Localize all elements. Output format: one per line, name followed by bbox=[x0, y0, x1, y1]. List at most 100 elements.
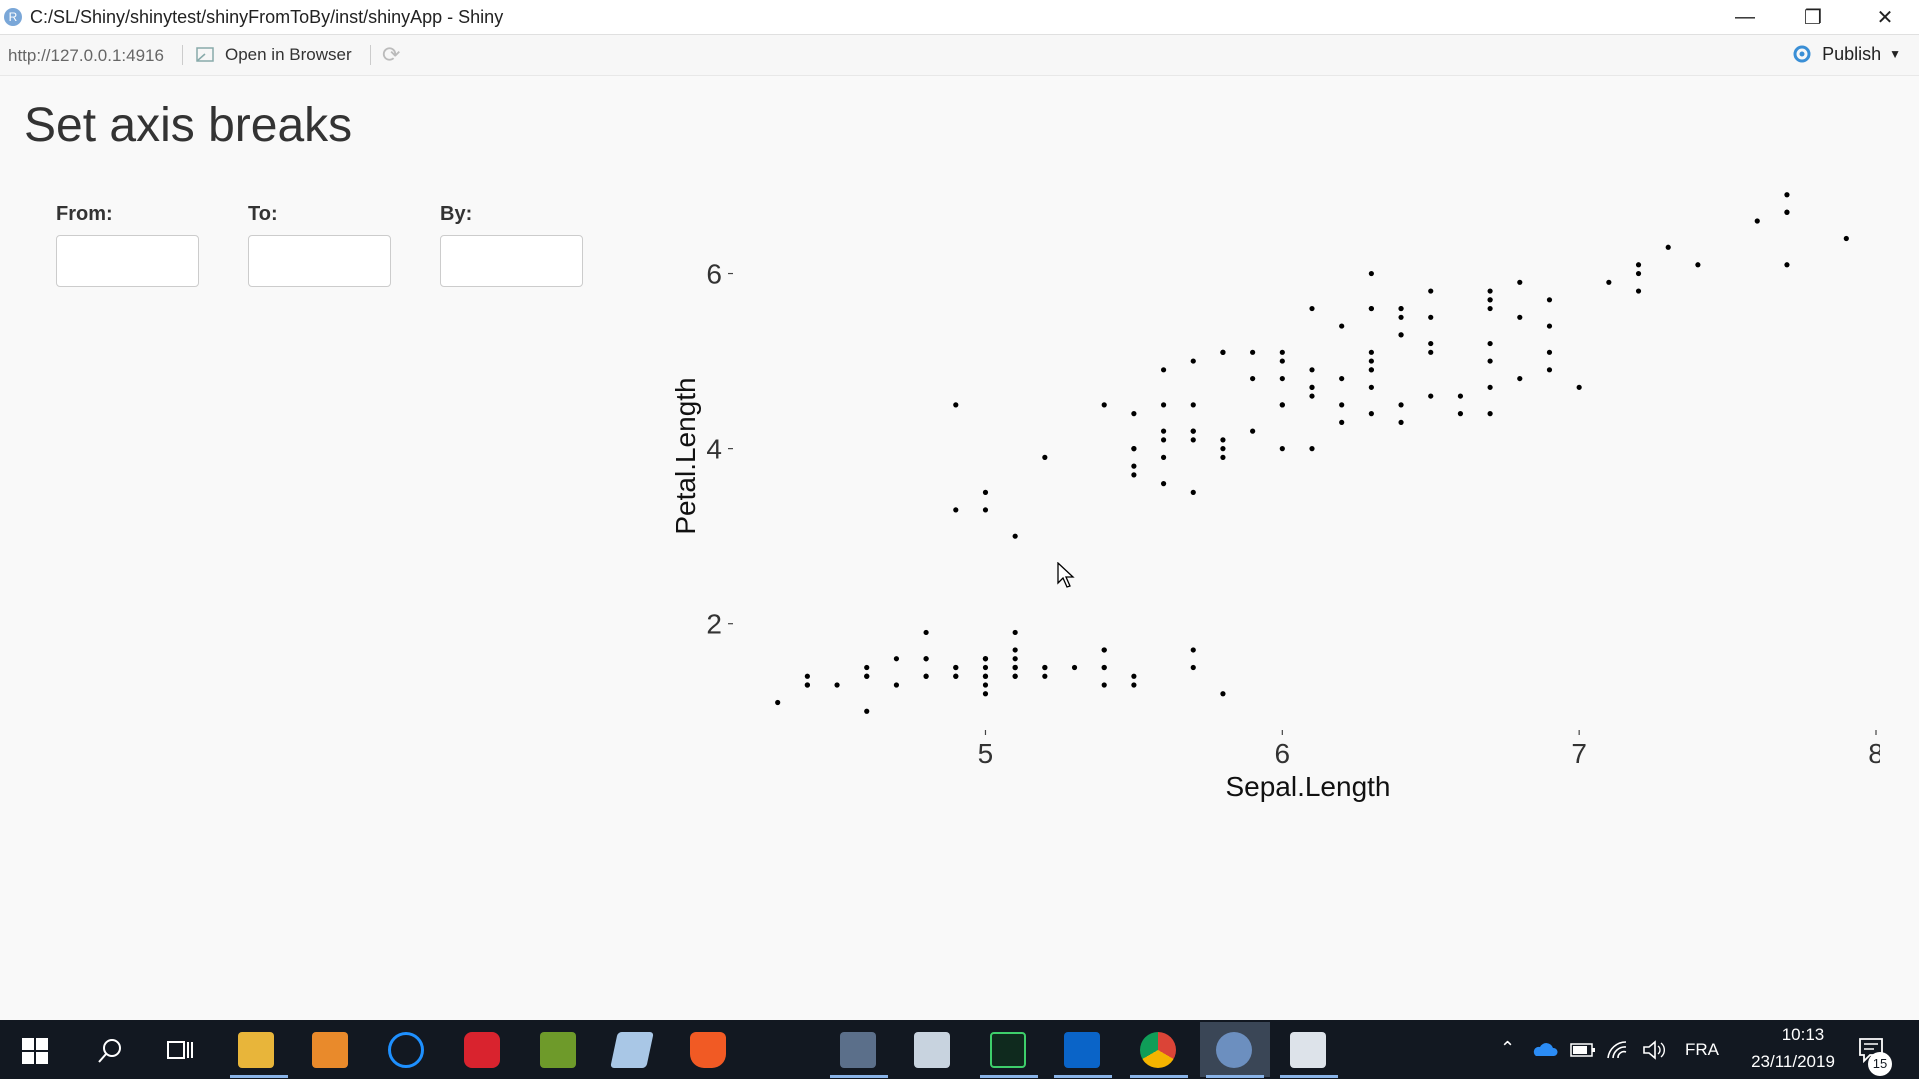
data-point bbox=[982, 691, 989, 697]
chevron-up-icon[interactable]: ⌃ bbox=[1500, 1038, 1515, 1059]
by-input[interactable] bbox=[440, 235, 583, 287]
data-point bbox=[1487, 297, 1493, 303]
data-point bbox=[1665, 244, 1671, 250]
vivaldi-icon[interactable] bbox=[464, 1032, 500, 1068]
search-icon[interactable] bbox=[96, 1037, 124, 1065]
x-tick-label: 7 bbox=[1571, 738, 1587, 769]
y-axis-label: Petal.Length bbox=[670, 377, 701, 534]
data-point bbox=[923, 656, 929, 662]
minimize-button[interactable]: — bbox=[1711, 0, 1779, 34]
data-point bbox=[982, 682, 989, 688]
rstudio-icon[interactable] bbox=[1216, 1032, 1252, 1068]
data-point bbox=[1160, 428, 1167, 434]
battery-icon[interactable] bbox=[1570, 1043, 1596, 1057]
data-point bbox=[1428, 340, 1434, 347]
chevron-down-icon[interactable]: ▼ bbox=[1889, 47, 1901, 61]
data-point bbox=[893, 656, 900, 662]
data-point bbox=[1190, 647, 1196, 653]
window-title: C:/SL/Shiny/shinytest/shinyFromToBy/inst… bbox=[30, 7, 504, 27]
from-input[interactable] bbox=[56, 235, 199, 287]
chrome-icon[interactable] bbox=[1140, 1032, 1176, 1068]
active-app-indicator bbox=[1054, 1075, 1112, 1078]
data-point bbox=[953, 664, 959, 671]
clock-date[interactable]: 23/11/2019 bbox=[1738, 1052, 1848, 1072]
data-point bbox=[1042, 673, 1048, 679]
data-point bbox=[1695, 262, 1701, 268]
data-point bbox=[1843, 235, 1849, 242]
publish-button[interactable]: Publish ▼ bbox=[1790, 43, 1901, 65]
task-view-icon[interactable] bbox=[166, 1038, 194, 1064]
internet-explorer-icon[interactable] bbox=[388, 1032, 424, 1068]
data-point bbox=[1220, 446, 1226, 452]
data-point bbox=[864, 708, 870, 714]
x-tick-label: 5 bbox=[978, 738, 994, 769]
onedrive-icon[interactable] bbox=[1532, 1041, 1558, 1057]
snipping-tool-icon[interactable] bbox=[1290, 1032, 1326, 1068]
maximize-button[interactable]: ❐ bbox=[1779, 0, 1847, 34]
data-point bbox=[1220, 454, 1226, 460]
data-point bbox=[1635, 270, 1642, 277]
media-player-icon[interactable] bbox=[312, 1032, 348, 1068]
open-in-browser-button[interactable]: Open in Browser bbox=[195, 43, 352, 67]
data-point bbox=[1071, 664, 1078, 671]
close-button[interactable]: ✕ bbox=[1851, 0, 1919, 34]
wifi-icon[interactable] bbox=[1606, 1040, 1630, 1060]
data-point bbox=[1487, 411, 1493, 417]
data-point bbox=[1279, 402, 1285, 408]
r-app-icon: R bbox=[4, 8, 22, 26]
data-point bbox=[1190, 489, 1196, 495]
data-point bbox=[1190, 664, 1196, 671]
data-point bbox=[1131, 463, 1137, 469]
data-point bbox=[982, 507, 989, 513]
data-point bbox=[1428, 288, 1434, 294]
publish-label: Publish bbox=[1822, 43, 1882, 64]
data-point bbox=[1250, 349, 1256, 355]
data-point bbox=[953, 507, 959, 513]
refresh-icon[interactable]: ⟳ bbox=[382, 42, 400, 68]
lambda-app-icon[interactable] bbox=[540, 1032, 576, 1068]
brave-browser-icon[interactable] bbox=[690, 1032, 726, 1068]
data-point bbox=[1131, 673, 1137, 679]
data-point bbox=[1012, 673, 1018, 679]
data-point bbox=[1309, 305, 1315, 312]
data-point bbox=[1576, 384, 1582, 390]
to-field: To: bbox=[248, 203, 391, 287]
clock-time[interactable]: 10:13 bbox=[1758, 1025, 1848, 1045]
y-tick-label: 2 bbox=[706, 609, 722, 640]
x-tick-label: 8 bbox=[1868, 738, 1880, 769]
sigma-app-icon[interactable] bbox=[990, 1032, 1026, 1068]
data-point bbox=[953, 402, 959, 408]
data-point bbox=[1398, 332, 1404, 338]
data-point bbox=[1428, 349, 1434, 355]
data-point bbox=[1398, 305, 1404, 312]
data-point bbox=[1279, 446, 1285, 452]
input-language[interactable]: FRA bbox=[1685, 1040, 1719, 1060]
data-point bbox=[982, 656, 989, 662]
data-point bbox=[1606, 279, 1612, 285]
data-point bbox=[1457, 393, 1464, 399]
data-point bbox=[1101, 402, 1107, 408]
data-point bbox=[1368, 305, 1374, 312]
data-point bbox=[1160, 402, 1167, 408]
windows-start-icon[interactable] bbox=[22, 1038, 48, 1064]
notes-app-icon[interactable] bbox=[610, 1032, 654, 1068]
data-point bbox=[1339, 419, 1345, 425]
to-input[interactable] bbox=[248, 235, 391, 287]
data-point bbox=[1190, 437, 1196, 443]
data-point bbox=[1546, 323, 1553, 329]
remote-desktop-icon[interactable] bbox=[840, 1032, 876, 1068]
data-point bbox=[1250, 375, 1256, 382]
volume-icon[interactable] bbox=[1642, 1040, 1666, 1060]
active-app-indicator bbox=[830, 1075, 888, 1078]
performance-monitor-icon[interactable] bbox=[914, 1032, 950, 1068]
toolbar-divider bbox=[370, 45, 371, 65]
data-point bbox=[982, 664, 989, 671]
data-point bbox=[1131, 472, 1137, 478]
data-point bbox=[1517, 375, 1523, 382]
file-explorer-icon[interactable] bbox=[238, 1032, 274, 1068]
outlook-icon[interactable] bbox=[1064, 1032, 1100, 1068]
data-point bbox=[1457, 411, 1464, 417]
data-point bbox=[1339, 323, 1345, 329]
by-field: By: bbox=[440, 203, 583, 287]
active-app-indicator bbox=[1130, 1075, 1188, 1078]
